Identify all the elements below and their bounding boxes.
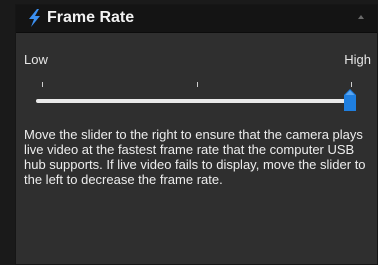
slider-tick [351,82,352,87]
panel-title: Frame Rate [47,9,135,26]
slider-tick [42,82,43,87]
lightning-bolt-icon [29,9,40,27]
slider-description: Move the slider to the right to ensure t… [24,127,366,187]
slider-tick [197,82,198,87]
chevron-up-icon[interactable] [358,15,364,19]
frame-rate-panel: Frame Rate Low High Move the slider to t… [15,4,378,265]
slider-thumb[interactable] [344,89,356,111]
slider-track[interactable] [36,99,356,103]
slider-min-label: Low [24,52,48,67]
panel-header[interactable]: Frame Rate [16,5,377,33]
slider-max-label: High [344,52,371,67]
